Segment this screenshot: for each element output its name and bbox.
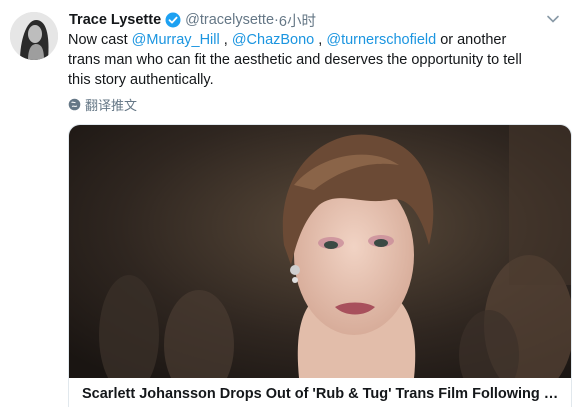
chevron-down-icon[interactable] (546, 12, 560, 26)
globe-icon (68, 98, 81, 110)
display-name[interactable]: Trace Lysette (69, 12, 161, 28)
verified-badge-icon (165, 12, 181, 28)
mention-separator: , (314, 32, 327, 48)
card-image (69, 125, 571, 378)
mention-link[interactable]: @ChazBono (232, 32, 314, 48)
mention-link[interactable]: @Murray_Hill (132, 32, 220, 48)
tweet-header: Trace Lysette @tracelysette · 6小时 (69, 10, 546, 30)
avatar[interactable] (10, 12, 58, 60)
tweet-text-prefix: Now cast (68, 32, 132, 48)
tweet: Trace Lysette @tracelysette · 6小时 Now ca… (0, 0, 574, 407)
translate-label: 翻译推文 (85, 97, 138, 113)
link-card[interactable]: Scarlett Johansson Drops Out of 'Rub & T… (68, 124, 572, 407)
card-title[interactable]: Scarlett Johansson Drops Out of 'Rub & T… (82, 386, 560, 402)
mention-separator: , (219, 32, 232, 48)
mention-link[interactable]: @turnerschofield (326, 32, 436, 48)
translate-tweet-link[interactable]: 翻译推文 (68, 95, 137, 113)
tweet-timestamp[interactable]: 6小时 (279, 10, 316, 31)
user-handle[interactable]: @tracelysette (185, 12, 274, 28)
tweet-text: Now cast @Murray_Hill , @ChazBono , @tur… (68, 30, 538, 90)
